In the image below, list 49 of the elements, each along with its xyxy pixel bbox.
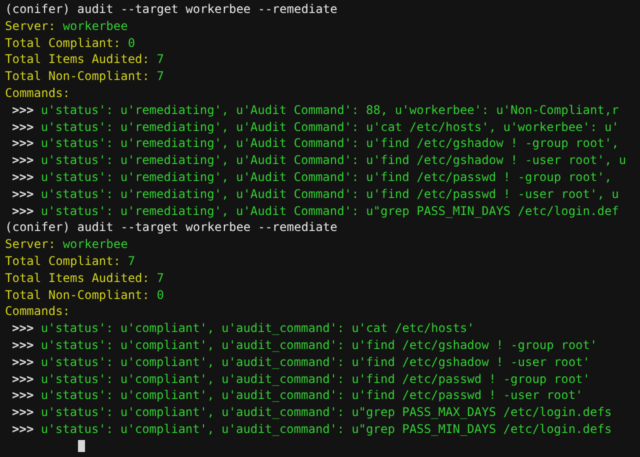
field-label: Total Non-Compliant:	[5, 288, 150, 302]
field-label: Total Items Audited:	[5, 52, 150, 66]
prompt-marker: >>>	[12, 186, 34, 201]
result-line: u'status': u'remediating', u'Audit Command': u'find /etc/passwd ! -user root', u	[40, 186, 619, 201]
result-line: u'status': u'remediating', u'Audit Command': u'find /etc/gshadow ! -group root',	[40, 136, 619, 150]
result-line: u'status': u'remediating', u'Audit Command': 88, u'workerbee': u'Non-Compliant,r	[40, 102, 619, 117]
result-line: u'status': u'remediating', u'Audit Command': u"grep PASS_MIN_DAYS /etc/login.def	[40, 204, 619, 218]
result-line: u'status': u'compliant', u'audit_command': u'find /etc/gshadow ! -group root'	[40, 338, 598, 352]
prompt-marker: >>>	[12, 204, 34, 218]
result-line: u'status': u'remediating', u'Audit Command': u'find /etc/passwd ! -group root',	[40, 170, 612, 184]
field-value: 0	[128, 36, 136, 50]
command-line: (conifer) audit --target workerbee --remediate	[5, 2, 338, 16]
field-label: Total Compliant:	[5, 254, 121, 268]
result-line: u'status': u'remediating', u'Audit Command': u'cat /etc/hosts', u'workerbee': u'	[40, 120, 619, 134]
field-label: Server:	[5, 18, 56, 33]
field-value: workerbee	[62, 237, 128, 252]
field-value: 7	[156, 52, 164, 66]
field-value: 7	[156, 69, 164, 84]
prompt-marker: >>>	[12, 153, 34, 168]
field-label: Total Non-Compliant:	[5, 69, 150, 84]
prompt-marker: >>>	[12, 321, 34, 336]
prompt-marker: >>>	[12, 120, 34, 134]
result-line: u'status': u'compliant', u'audit_command': u'cat /etc/hosts'	[40, 321, 474, 336]
result-line: u'status': u'compliant', u'audit_command': u"grep PASS_MAX_DAYS /etc/login.defs	[40, 405, 612, 420]
prompt-marker: >>>	[12, 338, 34, 352]
field-label: Total Items Audited:	[5, 270, 150, 285]
section-label: Commands:	[5, 304, 70, 318]
prompt-marker: >>>	[12, 405, 34, 420]
prompt-marker: >>>	[12, 102, 34, 117]
field-label: Total Compliant:	[5, 36, 121, 50]
prompt-marker: >>>	[12, 354, 34, 369]
field-value: 7	[128, 254, 136, 268]
command-line: (conifer) audit --target workerbee --remediate	[5, 220, 338, 234]
result-line: u'status': u'compliant', u'audit_command': u"grep PASS_MIN_DAYS /etc/login.defs	[40, 422, 612, 436]
prompt-marker: >>>	[12, 388, 34, 402]
field-label: Server:	[5, 237, 56, 252]
result-line: u'status': u'compliant', u'audit_command': u'find /etc/passwd ! -user root'	[40, 388, 583, 402]
prompt-marker: >>>	[12, 136, 34, 150]
section-label: Commands:	[5, 86, 70, 100]
prompt-marker: >>>	[12, 422, 34, 436]
result-line: u'status': u'remediating', u'Audit Command': u'find /etc/gshadow ! -user root', u	[40, 153, 626, 168]
result-line: u'status': u'compliant', u'audit_command': u'find /etc/passwd ! -group root'	[40, 372, 590, 386]
field-value: workerbee	[62, 18, 128, 33]
prompt-marker: >>>	[12, 372, 34, 386]
result-line: u'status': u'compliant', u'audit_command': u'find /etc/gshadow ! -user root'	[40, 354, 590, 369]
cursor-icon	[78, 440, 85, 452]
prompt-marker: >>>	[12, 170, 34, 184]
field-value: 7	[156, 270, 164, 285]
field-value: 0	[156, 288, 164, 302]
